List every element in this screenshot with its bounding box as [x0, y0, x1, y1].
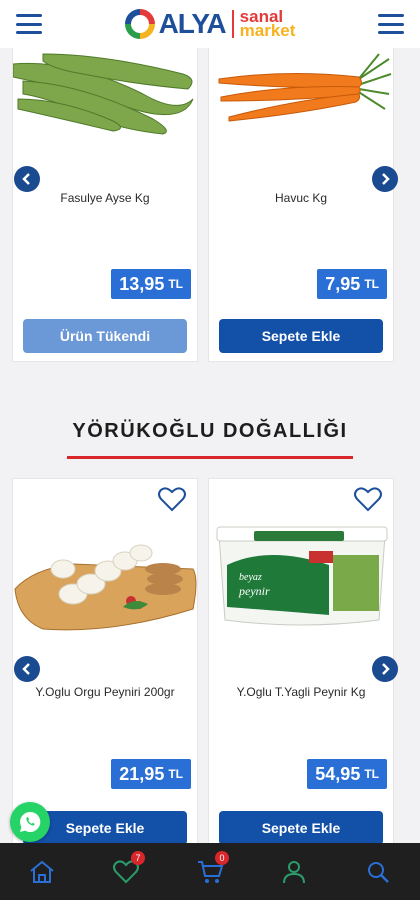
price-currency: TL: [364, 277, 379, 291]
out-of-stock-button[interactable]: Ürün Tükendi: [23, 319, 187, 353]
tab-search[interactable]: [361, 855, 395, 889]
cart-count-badge: 0: [215, 850, 229, 865]
add-to-cart-button[interactable]: Sepete Ekle: [219, 319, 383, 353]
product-name[interactable]: Y.Oglu T.Yagli Peynir Kg: [209, 685, 393, 699]
product-image[interactable]: [13, 509, 197, 649]
price-value: 54,95: [315, 763, 361, 784]
price-currency: TL: [168, 767, 183, 781]
tab-home[interactable]: [25, 855, 59, 889]
product-card[interactable]: Havuc Kg 7,95 TL Sepete Ekle: [208, 38, 394, 362]
section-underline: [67, 456, 353, 459]
product-name[interactable]: Havuc Kg: [209, 191, 393, 205]
product-card[interactable]: Y.Oglu Orgu Peyniri 200gr 21,95 TL Sepet…: [12, 478, 198, 848]
product-name[interactable]: Fasulye Ayse Kg: [13, 191, 197, 205]
favorite-heart-icon[interactable]: [353, 485, 383, 513]
product-card[interactable]: beyaz peynir Y.Oglu T.Yagli Peynir Kg 54…: [208, 478, 394, 848]
whatsapp-icon: [20, 811, 41, 832]
brand-logo[interactable]: ALYA sanal market: [124, 8, 296, 40]
user-icon: [283, 860, 305, 883]
svg-text:peynir: peynir: [238, 584, 270, 598]
menu-left-icon[interactable]: [16, 14, 42, 34]
brand-sub-line2: market: [239, 21, 296, 40]
carousel-prev-icon[interactable]: [14, 166, 40, 192]
add-to-cart-button[interactable]: Sepete Ekle: [219, 811, 383, 845]
price-tag: 13,95 TL: [111, 269, 191, 299]
product-card[interactable]: Fasulye Ayse Kg 13,95 TL Ürün Tükendi: [12, 38, 198, 362]
carousel-next-icon[interactable]: [372, 166, 398, 192]
home-icon: [30, 860, 54, 883]
brand-main: ALYA: [158, 8, 227, 39]
menu-right-icon[interactable]: [377, 14, 404, 34]
product-image[interactable]: [12, 39, 197, 139]
bottom-navigation: 7 0: [0, 843, 420, 900]
price-currency: TL: [364, 767, 379, 781]
price-value: 13,95: [119, 273, 165, 294]
carousel-next-icon[interactable]: [372, 656, 398, 682]
product-image[interactable]: [209, 39, 393, 139]
section-title: YÖRÜKOĞLU DOĞALLIĞI: [72, 420, 348, 442]
price-tag: 54,95 TL: [307, 759, 387, 789]
app-header: ALYA sanal market: [0, 0, 420, 48]
whatsapp-chat-button[interactable]: [10, 802, 50, 842]
search-icon: [368, 861, 389, 883]
tab-cart[interactable]: 0: [193, 850, 229, 889]
carousel-prev-icon[interactable]: [14, 656, 40, 682]
price-currency: TL: [168, 277, 183, 291]
tab-account[interactable]: [277, 855, 311, 889]
product-name[interactable]: Y.Oglu Orgu Peyniri 200gr: [13, 685, 197, 699]
price-tag: 21,95 TL: [111, 759, 191, 789]
logo-emblem-icon: [124, 9, 155, 39]
price-value: 21,95: [119, 763, 165, 784]
tab-favorites[interactable]: 7: [109, 850, 145, 889]
price-value: 7,95: [325, 273, 361, 294]
price-tag: 7,95 TL: [317, 269, 387, 299]
favorites-count-badge: 7: [131, 850, 145, 865]
product-image[interactable]: beyaz peynir: [209, 515, 393, 635]
svg-text:beyaz: beyaz: [239, 572, 262, 583]
